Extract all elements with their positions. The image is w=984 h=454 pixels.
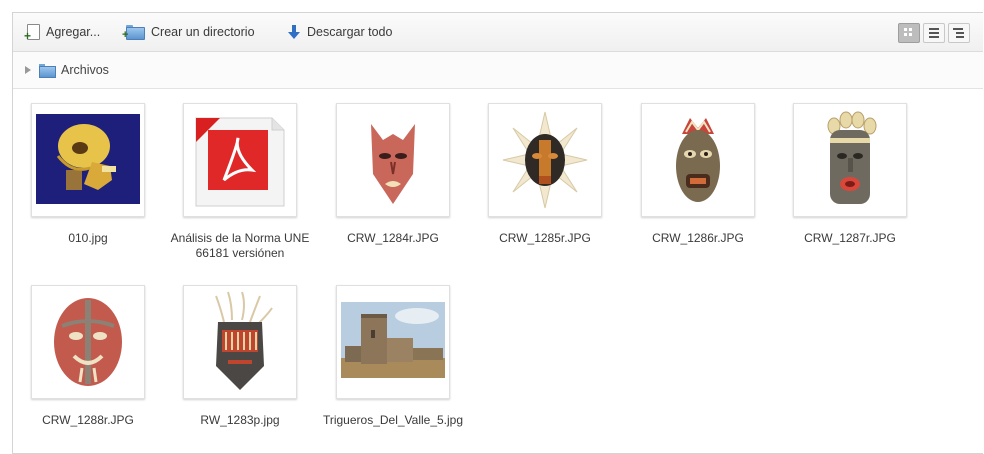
file-name: CRW_1285r.JPG <box>499 231 591 245</box>
mask-image-thumbnail <box>488 103 602 217</box>
folder-icon <box>39 63 56 78</box>
download-all-button[interactable]: Descargar todo <box>288 13 392 51</box>
breadcrumb-root[interactable]: Archivos <box>61 63 109 77</box>
download-all-label: Descargar todo <box>307 25 393 39</box>
mask-image-thumbnail <box>31 285 145 399</box>
file-name: Análisis de la Norma UNE 66181 versiónen <box>170 231 310 260</box>
castle-photo-thumbnail <box>336 285 450 399</box>
add-file-icon: + <box>24 24 40 42</box>
file-name: CRW_1286r.JPG <box>652 231 744 245</box>
file-manager: + Agregar... + Crear un directorio Desca… <box>12 12 983 454</box>
view-mode-switcher <box>898 23 970 43</box>
icon-view-button[interactable] <box>898 23 920 43</box>
skull-xray-thumbnail <box>31 103 145 217</box>
breadcrumb: Archivos <box>13 52 983 89</box>
new-folder-icon: + <box>122 25 145 41</box>
file-name: 010.jpg <box>68 231 108 245</box>
file-grid: 010.jpg Análisis de la Norma UNE 66181 v… <box>13 89 983 453</box>
file-name: Trigueros_Del_Valle_5.jpg <box>322 413 464 427</box>
download-arrow-icon <box>288 24 300 40</box>
mask-image-thumbnail <box>336 103 450 217</box>
add-file-label: Agregar... <box>46 25 101 39</box>
mask-image-thumbnail <box>183 285 297 399</box>
expand-arrow-icon[interactable] <box>25 66 31 74</box>
create-directory-button[interactable]: + Crear un directorio <box>122 13 255 51</box>
mask-image-thumbnail <box>641 103 755 217</box>
add-file-button[interactable]: + Agregar... <box>24 13 101 51</box>
file-name: CRW_1288r.JPG <box>42 413 134 427</box>
list-view-button[interactable] <box>923 23 945 43</box>
pdf-document-icon <box>183 103 297 217</box>
create-directory-label: Crear un directorio <box>151 25 255 39</box>
tree-view-button[interactable] <box>948 23 970 43</box>
file-name: CRW_1287r.JPG <box>804 231 896 245</box>
toolbar: + Agregar... + Crear un directorio Desca… <box>13 13 983 52</box>
mask-image-thumbnail <box>793 103 907 217</box>
file-name: RW_1283p.jpg <box>200 413 280 427</box>
file-name: CRW_1284r.JPG <box>347 231 439 245</box>
